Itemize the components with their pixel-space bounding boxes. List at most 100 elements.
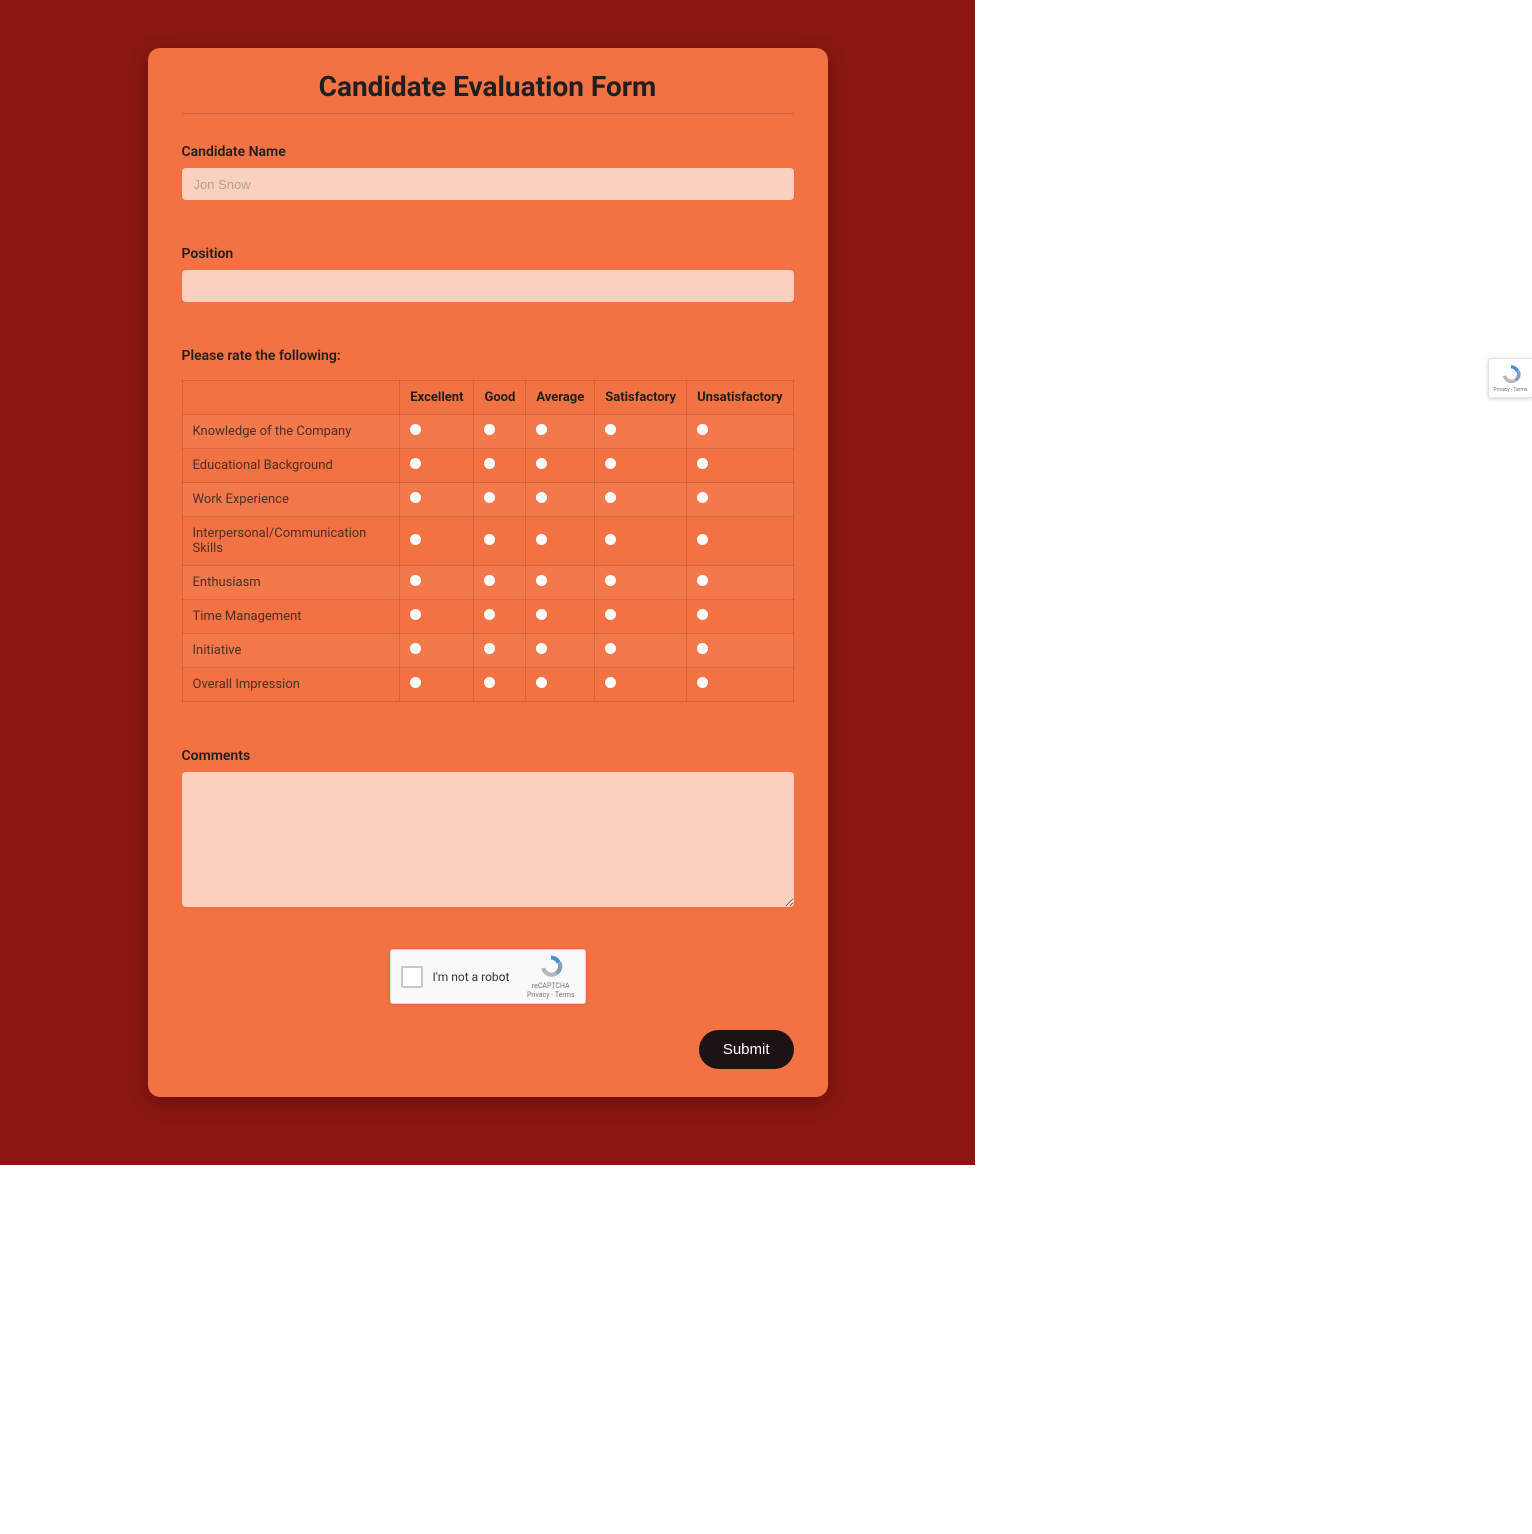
rating-cell [687,566,793,600]
rating-cell [526,415,595,449]
rating-radio[interactable] [484,534,495,545]
rating-cell [474,517,526,566]
rating-cell [526,634,595,668]
rating-row-label: Work Experience [182,483,400,517]
rating-cell [474,566,526,600]
rating-radio[interactable] [697,609,708,620]
rating-radio[interactable] [484,677,495,688]
rating-radio[interactable] [697,534,708,545]
recaptcha-checkbox[interactable] [401,966,423,988]
rating-cell [687,415,793,449]
rating-radio[interactable] [410,458,421,469]
rating-row: Enthusiasm [182,566,793,600]
rating-radio[interactable] [484,424,495,435]
comments-field-block: Comments [182,748,794,911]
comments-label: Comments [182,748,794,764]
rating-cell [400,600,474,634]
rating-row: Knowledge of the Company [182,415,793,449]
recaptcha-icon [1500,363,1522,387]
candidate-name-input[interactable] [182,168,794,200]
rating-radio[interactable] [536,677,547,688]
rating-row-label: Overall Impression [182,668,400,702]
rating-cell [400,449,474,483]
rating-cell [595,415,687,449]
rating-radio[interactable] [410,492,421,503]
rating-radio[interactable] [484,575,495,586]
rating-row: Interpersonal/Communication Skills [182,517,793,566]
rating-col-blank [182,381,400,415]
rating-cell [526,449,595,483]
rating-row-label: Time Management [182,600,400,634]
rating-radio[interactable] [697,575,708,586]
rating-col-average: Average [526,381,595,415]
rating-radio[interactable] [697,677,708,688]
rating-table: Excellent Good Average Satisfactory Unsa… [182,380,794,702]
recaptcha-icon [538,953,564,982]
rating-radio[interactable] [697,458,708,469]
rating-radio[interactable] [605,424,616,435]
rating-cell [687,483,793,517]
rating-cell [595,449,687,483]
rating-row-label: Interpersonal/Communication Skills [182,517,400,566]
rating-radio[interactable] [605,575,616,586]
position-label: Position [182,246,794,262]
rating-radio[interactable] [536,609,547,620]
rating-radio[interactable] [605,609,616,620]
rating-cell [526,566,595,600]
rating-row: Time Management [182,600,793,634]
rating-cell [400,483,474,517]
rating-row-label: Knowledge of the Company [182,415,400,449]
rating-cell [687,634,793,668]
rating-radio[interactable] [536,643,547,654]
rating-radio[interactable] [484,643,495,654]
rating-cell [400,415,474,449]
rating-row-label: Enthusiasm [182,566,400,600]
rating-radio[interactable] [605,643,616,654]
rating-row: Overall Impression [182,668,793,702]
rating-col-unsatisfactory: Unsatisfactory [687,381,793,415]
rating-radio[interactable] [605,458,616,469]
rating-cell [595,566,687,600]
rating-cell [400,634,474,668]
rating-cell [526,483,595,517]
form-title: Candidate Evaluation Form [182,70,794,114]
rating-radio[interactable] [536,534,547,545]
rating-row: Educational Background [182,449,793,483]
rating-radio[interactable] [697,492,708,503]
recaptcha-badge-links: Privacy - Terms [1494,387,1528,393]
rating-radio[interactable] [605,534,616,545]
rating-radio[interactable] [410,534,421,545]
rating-cell [474,449,526,483]
rating-radio[interactable] [410,424,421,435]
rating-cell [474,634,526,668]
rating-radio[interactable] [410,643,421,654]
rating-cell [400,517,474,566]
position-input[interactable] [182,270,794,302]
rating-row-label: Initiative [182,634,400,668]
rating-radio[interactable] [410,677,421,688]
rating-radio[interactable] [536,575,547,586]
submit-button[interactable]: Submit [699,1030,794,1069]
rating-radio[interactable] [697,424,708,435]
rating-radio[interactable] [484,492,495,503]
recaptcha-widget[interactable]: I'm not a robot reCAPTCHA Privacy - Term… [390,949,586,1004]
rating-radio[interactable] [536,424,547,435]
evaluation-form-card: Candidate Evaluation Form Candidate Name… [148,48,828,1097]
rating-radio[interactable] [484,609,495,620]
rating-radio[interactable] [536,458,547,469]
recaptcha-links: Privacy - Terms [527,991,575,1000]
rating-radio[interactable] [484,458,495,469]
rating-radio[interactable] [697,643,708,654]
comments-textarea[interactable] [182,772,794,907]
rating-radio[interactable] [605,677,616,688]
recaptcha-floating-badge[interactable]: Privacy - Terms [1488,358,1532,398]
rating-radio[interactable] [410,609,421,620]
rating-radio[interactable] [605,492,616,503]
rating-row: Initiative [182,634,793,668]
rating-radio[interactable] [410,575,421,586]
rating-row-label: Educational Background [182,449,400,483]
rating-cell [595,668,687,702]
rating-radio[interactable] [536,492,547,503]
rating-cell [474,415,526,449]
rating-cell [474,483,526,517]
